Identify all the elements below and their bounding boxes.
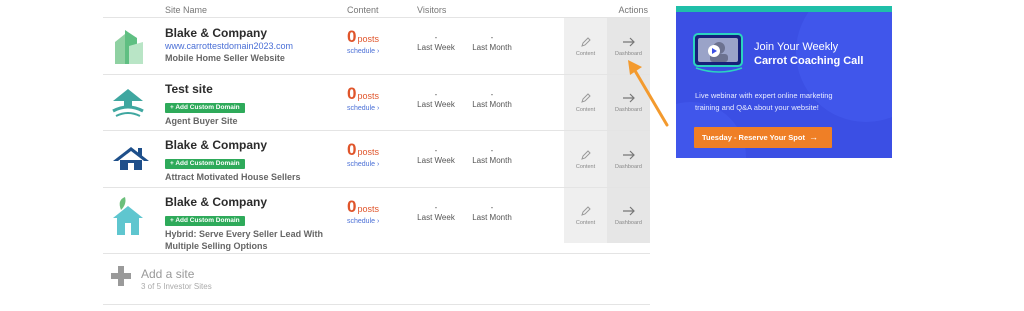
posts-label: posts bbox=[357, 91, 379, 101]
sites-table: Site Name Content Visitors Actions Blake… bbox=[103, 0, 650, 254]
site-title[interactable]: Test site bbox=[165, 82, 245, 96]
visitors-last-week-value: - bbox=[434, 203, 438, 212]
pencil-icon bbox=[580, 93, 591, 103]
site-title[interactable]: Blake & Company bbox=[165, 26, 293, 40]
promo-title: Join Your Weekly Carrot Coaching Call bbox=[754, 41, 864, 67]
video-call-icon bbox=[693, 33, 743, 73]
schedule-link[interactable]: schedule › bbox=[347, 217, 379, 226]
table-row: Test site + Add Custom Domain Agent Buye… bbox=[103, 75, 650, 131]
pencil-icon bbox=[580, 36, 591, 47]
table-row: Blake & Company + Add Custom Domain Attr… bbox=[103, 131, 650, 188]
visitors-last-month-value: - bbox=[490, 90, 494, 99]
site-logo-house-roof-icon bbox=[111, 145, 151, 178]
visitors-last-week-label: Last Week bbox=[417, 100, 455, 109]
visitors-last-week-label: Last Week bbox=[417, 156, 455, 165]
add-site-row[interactable]: Add a site 3 of 5 Investor Sites bbox=[103, 254, 650, 305]
coaching-call-promo: Join Your Weekly Carrot Coaching Call Li… bbox=[676, 6, 892, 158]
table-row: Blake & Company + Add Custom Domain Hybr… bbox=[103, 188, 650, 254]
pencil-icon bbox=[580, 149, 591, 160]
site-type: Attract Motivated House Sellers bbox=[165, 172, 301, 182]
site-url-link[interactable]: www.carrottestdomain2023.com bbox=[165, 40, 293, 52]
header-visitors: Visitors bbox=[417, 5, 447, 15]
reserve-spot-button[interactable]: Tuesday - Reserve Your Spot → bbox=[694, 127, 832, 148]
arrow-right-icon bbox=[622, 206, 635, 216]
pencil-icon bbox=[580, 206, 591, 216]
table-row: Blake & Company www.carrottestdomain2023… bbox=[103, 18, 650, 75]
table-header: Site Name Content Visitors Actions bbox=[103, 0, 650, 18]
visitors-last-month-label: Last Month bbox=[472, 213, 512, 222]
add-site-label[interactable]: Add a site bbox=[141, 267, 194, 281]
posts-label: posts bbox=[357, 34, 379, 44]
visitors-last-month-label: Last Month bbox=[472, 156, 512, 165]
header-actions: Actions bbox=[618, 5, 648, 15]
posts-count: 0 bbox=[347, 140, 357, 159]
site-type-line-2: Multiple Selling Options bbox=[165, 241, 268, 251]
dashboard-button[interactable]: Dashboard bbox=[607, 188, 650, 243]
posts-count: 0 bbox=[347, 84, 357, 103]
promo-description: Live webinar with expert online marketin… bbox=[695, 91, 833, 112]
site-logo-leaf-house-icon bbox=[111, 196, 145, 243]
pointer-arrow-icon bbox=[628, 60, 669, 127]
site-logo-buildings-icon bbox=[111, 28, 145, 69]
content-button[interactable]: Content bbox=[564, 131, 607, 187]
visitors-last-month-value: - bbox=[490, 146, 494, 155]
content-button[interactable]: Content bbox=[564, 18, 607, 74]
dashboard-button[interactable]: Dashboard bbox=[607, 131, 650, 187]
content-button[interactable]: Content bbox=[564, 188, 607, 243]
add-custom-domain-button[interactable]: + Add Custom Domain bbox=[165, 216, 245, 226]
visitors-last-month-label: Last Month bbox=[472, 100, 512, 109]
visitors-last-week-value: - bbox=[434, 90, 438, 99]
visitors-last-week-value: - bbox=[434, 33, 438, 42]
visitors-last-week-label: Last Week bbox=[417, 213, 455, 222]
header-site-name: Site Name bbox=[165, 5, 208, 15]
add-custom-domain-button[interactable]: + Add Custom Domain bbox=[165, 103, 245, 113]
visitors-last-month-label: Last Month bbox=[472, 43, 512, 52]
site-title[interactable]: Blake & Company bbox=[165, 138, 301, 152]
content-button[interactable]: Content bbox=[564, 75, 607, 130]
visitors-last-week-value: - bbox=[434, 146, 438, 155]
posts-count: 0 bbox=[347, 197, 357, 216]
site-logo-house-icon bbox=[111, 87, 145, 124]
schedule-link[interactable]: schedule › bbox=[347, 47, 379, 56]
schedule-link[interactable]: schedule › bbox=[347, 104, 379, 113]
visitors-last-week-label: Last Week bbox=[417, 43, 455, 52]
add-custom-domain-button[interactable]: + Add Custom Domain bbox=[165, 159, 245, 169]
site-title[interactable]: Blake & Company bbox=[165, 195, 323, 209]
site-type: Agent Buyer Site bbox=[165, 116, 238, 126]
arrow-right-icon bbox=[622, 150, 635, 159]
posts-count: 0 bbox=[347, 27, 357, 46]
site-count: 3 of 5 Investor Sites bbox=[141, 282, 212, 291]
arrow-right-icon bbox=[622, 37, 635, 46]
header-content: Content bbox=[347, 5, 379, 15]
site-type-line-1: Hybrid: Serve Every Seller Lead With bbox=[165, 229, 323, 239]
visitors-last-month-value: - bbox=[490, 33, 494, 42]
posts-label: posts bbox=[357, 204, 379, 214]
visitors-last-month-value: - bbox=[490, 203, 494, 212]
posts-label: posts bbox=[357, 147, 379, 157]
plus-icon bbox=[111, 266, 131, 286]
schedule-link[interactable]: schedule › bbox=[347, 160, 379, 169]
site-type: Mobile Home Seller Website bbox=[165, 53, 285, 63]
arrow-right-icon: → bbox=[808, 132, 818, 142]
